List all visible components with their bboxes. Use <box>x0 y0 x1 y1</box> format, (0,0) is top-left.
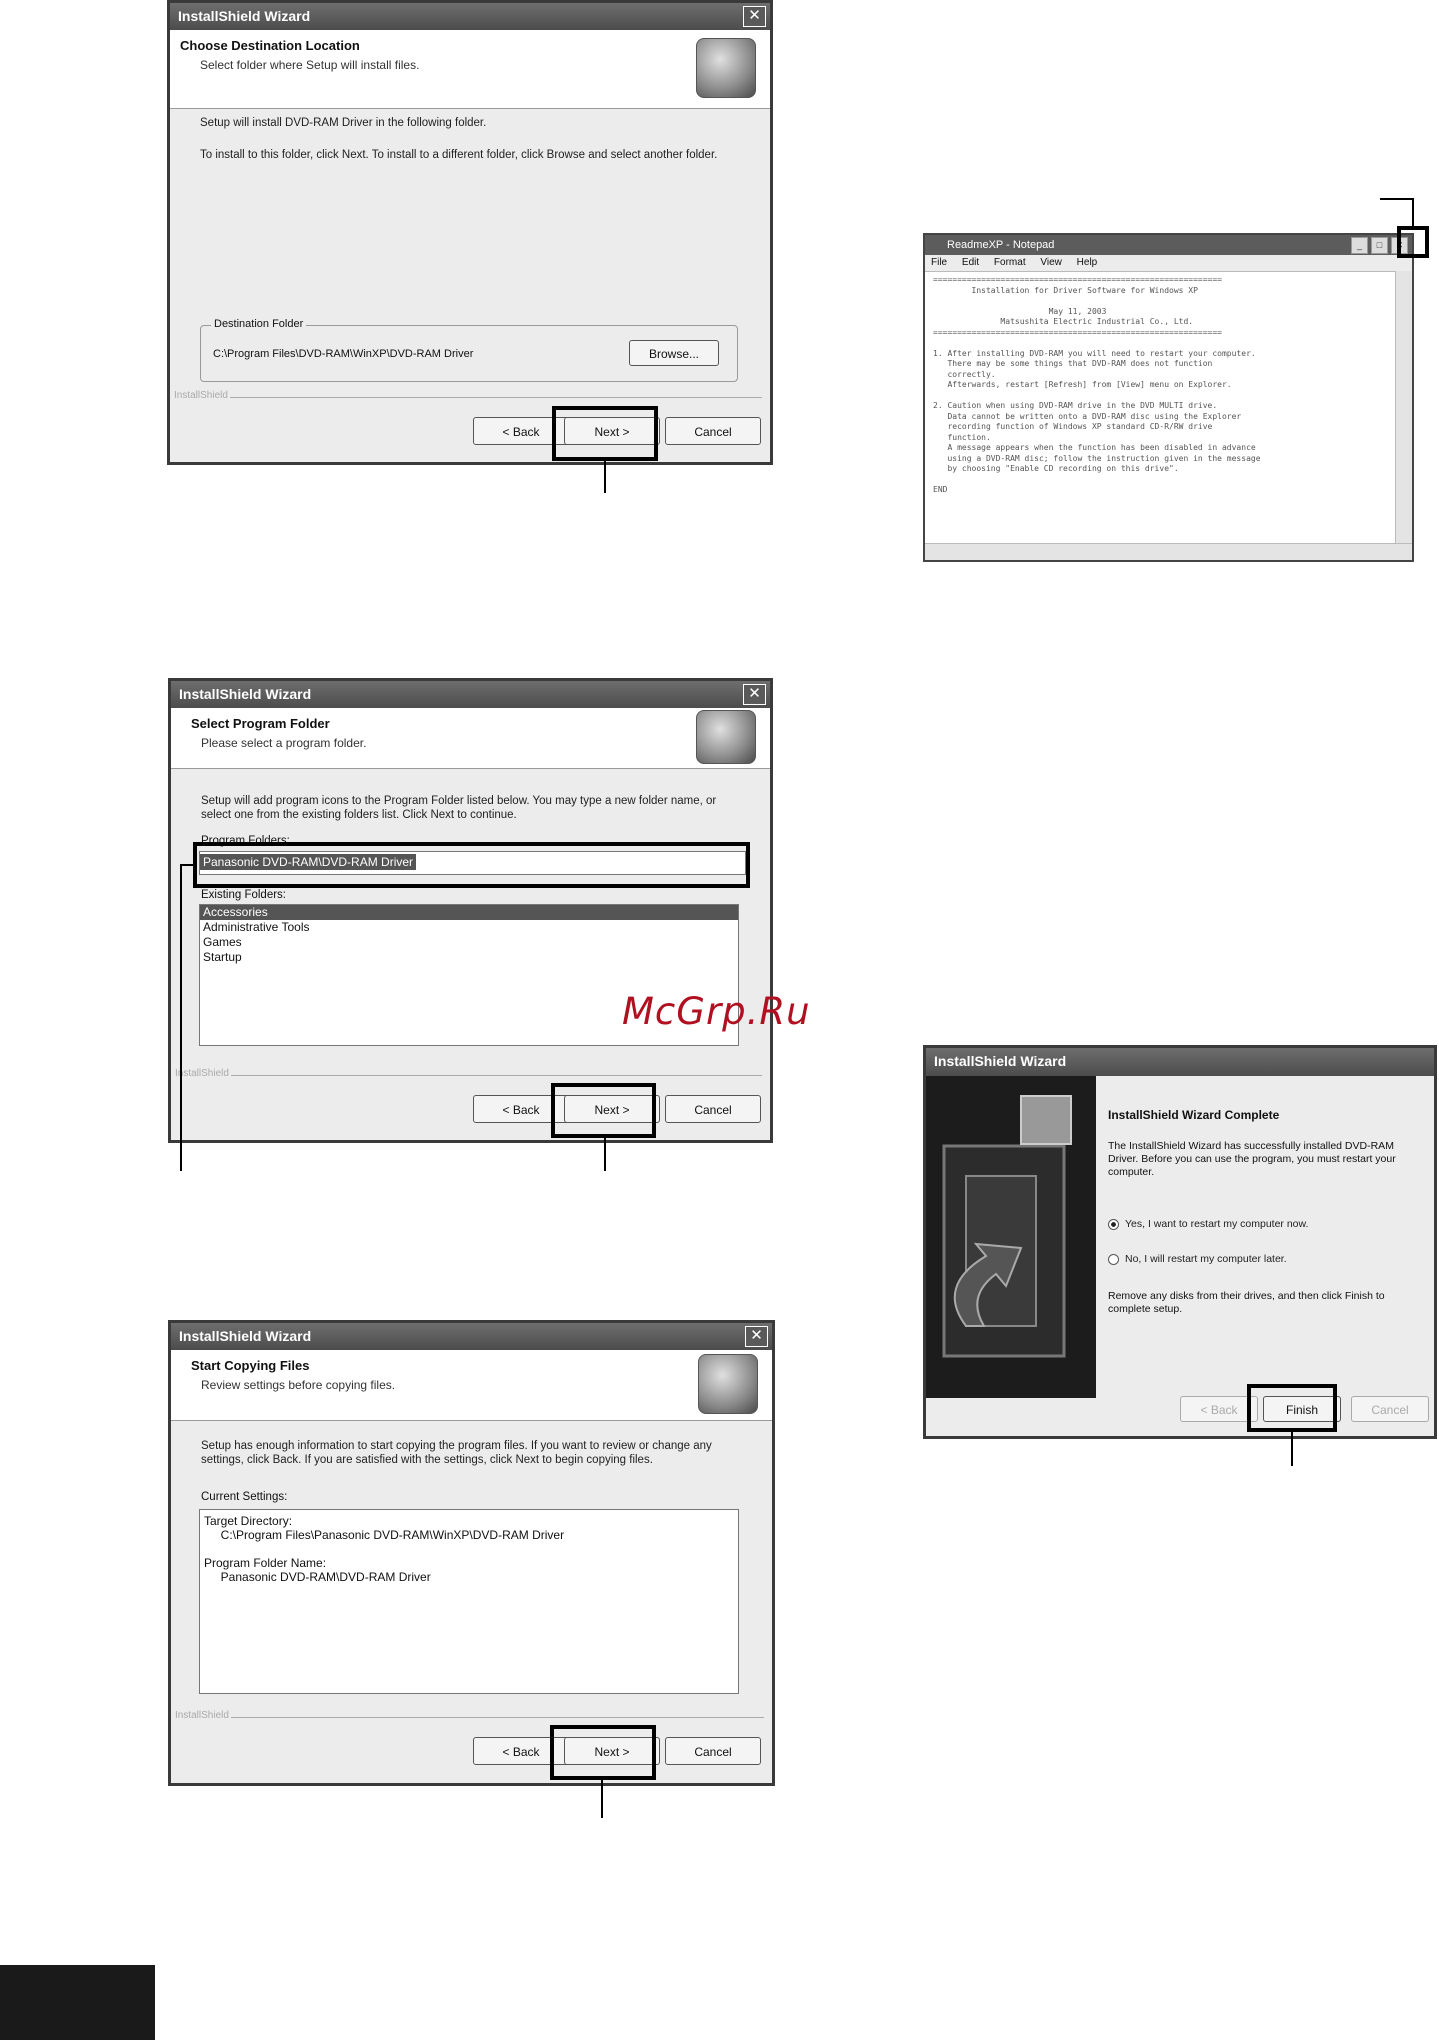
next-highlight <box>551 1083 656 1138</box>
radio-restart-now[interactable]: Yes, I want to restart my computer now. <box>1108 1218 1308 1230</box>
body-text: Setup has enough information to start co… <box>201 1440 712 1466</box>
separator <box>231 1075 762 1076</box>
header-subtitle: Select folder where Setup will install f… <box>200 58 420 72</box>
close-highlight <box>1397 226 1429 258</box>
header-title: Start Copying Files <box>191 1358 310 1373</box>
dialog-choose-destination: InstallShield Wizard ✕ Choose Destinatio… <box>167 0 773 465</box>
list-item[interactable]: Games <box>200 935 738 950</box>
radio-restart-later[interactable]: No, I will restart my computer later. <box>1108 1253 1287 1265</box>
vertical-scrollbar[interactable] <box>1395 271 1412 544</box>
body-text: Setup will add program icons to the Prog… <box>201 795 717 821</box>
dialog-title: InstallShield Wizard <box>171 1323 772 1350</box>
dialog-title: InstallShield Wizard <box>170 3 770 30</box>
installshield-label: InstallShield <box>174 390 228 401</box>
callout-line <box>604 461 606 493</box>
dialog-wizard-complete: InstallShield Wizard InstallShield Wizar… <box>923 1045 1437 1439</box>
body-line-1: Setup will install DVD-RAM Driver in the… <box>200 117 487 129</box>
installer-logo-icon <box>696 38 756 98</box>
computer-graphic-icon <box>942 1095 1072 1358</box>
cancel-button[interactable]: Cancel <box>1351 1396 1429 1422</box>
installshield-label: InstallShield <box>175 1710 229 1721</box>
callout-line <box>604 1138 606 1171</box>
browse-button[interactable]: Browse... <box>629 340 719 366</box>
notepad-menu: File Edit Format View Help <box>925 255 1412 272</box>
menu-view[interactable]: View <box>1040 257 1062 268</box>
menu-help[interactable]: Help <box>1077 257 1098 268</box>
dialog-header: Start Copying Files Review settings befo… <box>171 1350 772 1421</box>
list-item[interactable]: Startup <box>200 950 738 965</box>
complete-heading: InstallShield Wizard Complete <box>1108 1108 1280 1122</box>
radio-label: Yes, I want to restart my computer now. <box>1125 1218 1309 1230</box>
body-line-2: To install to this folder, click Next. T… <box>200 149 718 161</box>
callout-line <box>1380 198 1414 200</box>
list-item[interactable]: Accessories <box>200 905 738 920</box>
dialog-title: InstallShield Wizard <box>926 1048 1434 1076</box>
wizard-graphic <box>926 1076 1096 1398</box>
close-icon[interactable]: ✕ <box>743 6 766 27</box>
close-icon[interactable]: ✕ <box>745 1326 768 1347</box>
menu-file[interactable]: File <box>931 257 947 268</box>
radio-dot-icon <box>1108 1218 1119 1230</box>
cancel-button[interactable]: Cancel <box>665 417 761 445</box>
callout-line <box>1412 198 1414 228</box>
notepad-window: ReadmeXP - Notepad _ □ ✕ File Edit Forma… <box>923 233 1414 562</box>
destination-folder-group: Destination Folder C:\Program Files\DVD-… <box>200 318 738 382</box>
separator <box>231 1717 764 1718</box>
cancel-button[interactable]: Cancel <box>665 1095 761 1123</box>
program-folder-highlight <box>193 842 750 888</box>
installshield-label: InstallShield <box>175 1068 229 1079</box>
dialog-title: InstallShield Wizard <box>171 681 770 708</box>
header-title: Select Program Folder <box>191 716 330 731</box>
destination-path: C:\Program Files\DVD-RAM\WinXP\DVD-RAM D… <box>213 348 474 360</box>
header-subtitle: Review settings before copying files. <box>201 1378 396 1392</box>
cancel-button[interactable]: Cancel <box>665 1737 761 1765</box>
dialog-select-program-folder: InstallShield Wizard ✕ Select Program Fo… <box>168 678 773 1143</box>
callout-line <box>1291 1432 1293 1466</box>
radio-label: No, I will restart my computer later. <box>1125 1253 1287 1265</box>
next-highlight <box>552 406 658 461</box>
list-item[interactable]: Administrative Tools <box>200 920 738 935</box>
minimize-icon[interactable]: _ <box>1351 237 1368 254</box>
notepad-text[interactable]: ========================================… <box>933 275 1390 496</box>
installer-logo-icon <box>696 710 756 764</box>
dialog-header: Select Program Folder Please select a pr… <box>171 708 770 769</box>
maximize-icon[interactable]: □ <box>1371 237 1388 254</box>
callout-line <box>180 864 182 1171</box>
radio-dot-icon <box>1108 1253 1119 1265</box>
menu-edit[interactable]: Edit <box>962 257 979 268</box>
page-corner-block <box>0 1965 155 2040</box>
notepad-title: ReadmeXP - Notepad <box>925 235 1412 255</box>
header-subtitle: Please select a program folder. <box>201 736 367 750</box>
existing-folders-label: Existing Folders: <box>201 889 287 901</box>
current-settings-box[interactable]: Target Directory: C:\Program Files\Panas… <box>199 1509 739 1694</box>
separator <box>230 397 762 398</box>
menu-format[interactable]: Format <box>994 257 1026 268</box>
dialog-start-copying-files: InstallShield Wizard ✕ Start Copying Fil… <box>168 1320 775 1786</box>
callout-line <box>180 864 195 866</box>
dialog-header: Choose Destination Location Select folde… <box>170 30 770 109</box>
callout-line <box>601 1780 603 1818</box>
complete-body-2: Remove any disks from their drives, and … <box>1108 1290 1385 1315</box>
header-title: Choose Destination Location <box>180 38 360 53</box>
complete-body: The InstallShield Wizard has successfull… <box>1108 1140 1396 1178</box>
group-label: Destination Folder <box>211 318 307 330</box>
horizontal-scrollbar[interactable] <box>925 543 1412 560</box>
next-highlight <box>550 1725 656 1780</box>
watermark: McGrp.Ru <box>622 990 811 1033</box>
close-icon[interactable]: ✕ <box>743 684 766 705</box>
installer-logo-icon <box>698 1354 758 1414</box>
current-settings-label: Current Settings: <box>201 1491 288 1503</box>
finish-highlight <box>1247 1384 1337 1432</box>
